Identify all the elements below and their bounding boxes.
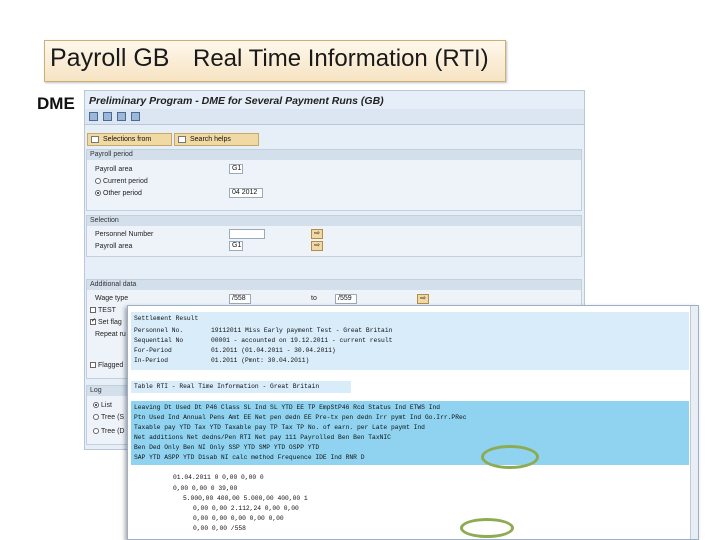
header-line: SAP YTD ASPP YTD Disab NI calc method Fr…	[134, 454, 365, 461]
repeat-run-label: Repeat ru	[95, 331, 126, 338]
payroll-area-field[interactable]: G1	[229, 241, 243, 251]
vertical-scrollbar[interactable]	[690, 306, 698, 539]
personnel-number-field[interactable]	[229, 229, 265, 239]
slide-title: Payroll GB	[50, 44, 170, 72]
dme-label: DME	[37, 94, 75, 113]
personnel-number-label: Personnel Number	[95, 231, 154, 238]
group-header: Selection	[87, 216, 581, 226]
highlight-ellipse	[481, 445, 539, 469]
table-title: Table RTI - Real Time Information - Grea…	[134, 383, 320, 390]
wage-type-to-field[interactable]: /559	[335, 294, 357, 304]
selection-icon	[91, 136, 99, 143]
header-line: Taxable pay YTD Tax YTD Taxable pay TP T…	[134, 424, 425, 431]
button-bar: Selections from Search helps	[85, 133, 584, 147]
payroll-area-field[interactable]: G1	[229, 164, 243, 174]
header-line: Ben Ded Only Ben NI Only SSP YTD SMP YTD…	[134, 444, 320, 451]
settlement-row-value: 00001 - accounted on 19.12.2011 - curren…	[211, 337, 393, 344]
test-checkbox[interactable]: TEST	[90, 307, 116, 314]
payroll-area-label: Payroll area	[95, 166, 133, 173]
header-line: Leaving Dt Used Dt P46 Class SL Ind SL Y…	[134, 404, 441, 411]
header-line: Ptn Used Ind Annual Pens Amt EE Net pen …	[134, 414, 467, 421]
search-helps-button[interactable]: Search helps	[174, 133, 259, 146]
settlement-row-label: Personnel No.	[134, 327, 184, 334]
settlement-row-value: 01.2011 (Pmnt: 30.04.2011)	[211, 357, 310, 364]
log-tree-d-radio[interactable]: Tree (D	[93, 428, 124, 435]
selections-from-button[interactable]: Selections from	[87, 133, 172, 146]
execute-icon[interactable]	[89, 112, 98, 121]
highlight-ellipse	[460, 518, 514, 538]
multiple-selection-icon[interactable]: ⇨	[311, 241, 323, 251]
other-period-radio[interactable]: Other period	[95, 190, 142, 197]
to-label: to	[311, 295, 317, 302]
current-period-radio[interactable]: Current period	[95, 178, 148, 185]
table-row: 0,00 0,00 2.112,24 0,00 0,00	[193, 505, 299, 512]
flagged-checkbox[interactable]: Flagged	[90, 362, 123, 369]
table-row: 01.04.2011 0 0,00 0,00 0	[173, 474, 264, 481]
table-row: 5.000,00 400,00 5.000,00 400,00 1	[183, 495, 308, 502]
multiple-selection-icon[interactable]: ⇨	[417, 294, 429, 304]
rti-result-window: Settlement Result Personnel No. 19112011…	[127, 305, 699, 540]
application-toolbar	[85, 109, 584, 125]
multiple-selection-icon[interactable]: ⇨	[311, 229, 323, 239]
window-title: Preliminary Program - DME for Several Pa…	[89, 95, 384, 107]
table-row: 0,00 0,00 0,00 0,00 0,00	[193, 515, 284, 522]
info-icon[interactable]	[131, 112, 140, 121]
selection-group: Selection Personnel Number ⇨ Payroll are…	[86, 215, 582, 257]
set-flag-checkbox[interactable]: Set flag	[90, 317, 122, 326]
settlement-row-value: 01.2011 (01.04.2011 - 30.04.2011)	[211, 347, 336, 354]
wage-type-from-field[interactable]: /558	[229, 294, 251, 304]
other-period-field[interactable]: 04 2012	[229, 188, 263, 198]
settlement-result-block: Settlement Result Personnel No. 19112011…	[131, 312, 689, 370]
slide-subtitle: Real Time Information (RTI)	[193, 45, 489, 72]
table-title-block: Table RTI - Real Time Information - Grea…	[131, 381, 351, 393]
payroll-area-label: Payroll area	[95, 243, 133, 250]
variant-icon[interactable]	[103, 112, 112, 121]
search-help-icon	[178, 136, 186, 143]
group-header: Payroll period	[87, 150, 581, 160]
settlement-row-label: For-Period	[134, 347, 172, 354]
settlement-heading: Settlement Result	[134, 315, 199, 322]
log-list-radio[interactable]: List	[93, 402, 112, 409]
log-tree-s-radio[interactable]: Tree (S	[93, 414, 124, 421]
payroll-period-group: Payroll period Payroll area G1 Current p…	[86, 149, 582, 211]
group-header: Additional data	[87, 280, 581, 290]
header-line: Net additions Net dedns/Pen RTI Net pay …	[134, 434, 391, 441]
settlement-row-value: 19112011 Miss Early payment Test - Great…	[211, 327, 393, 334]
table-row: 0,00 0,00 0 39,00	[173, 485, 238, 492]
wage-type-label: Wage type	[95, 295, 129, 302]
settlement-row-label: In-Period	[134, 357, 169, 364]
table-row: 0,00 0,00 /558	[193, 525, 246, 532]
table-header: Leaving Dt Used Dt P46 Class SL Ind SL Y…	[131, 401, 689, 465]
save-icon[interactable]	[117, 112, 126, 121]
settlement-row-label: Sequential No	[134, 337, 184, 344]
